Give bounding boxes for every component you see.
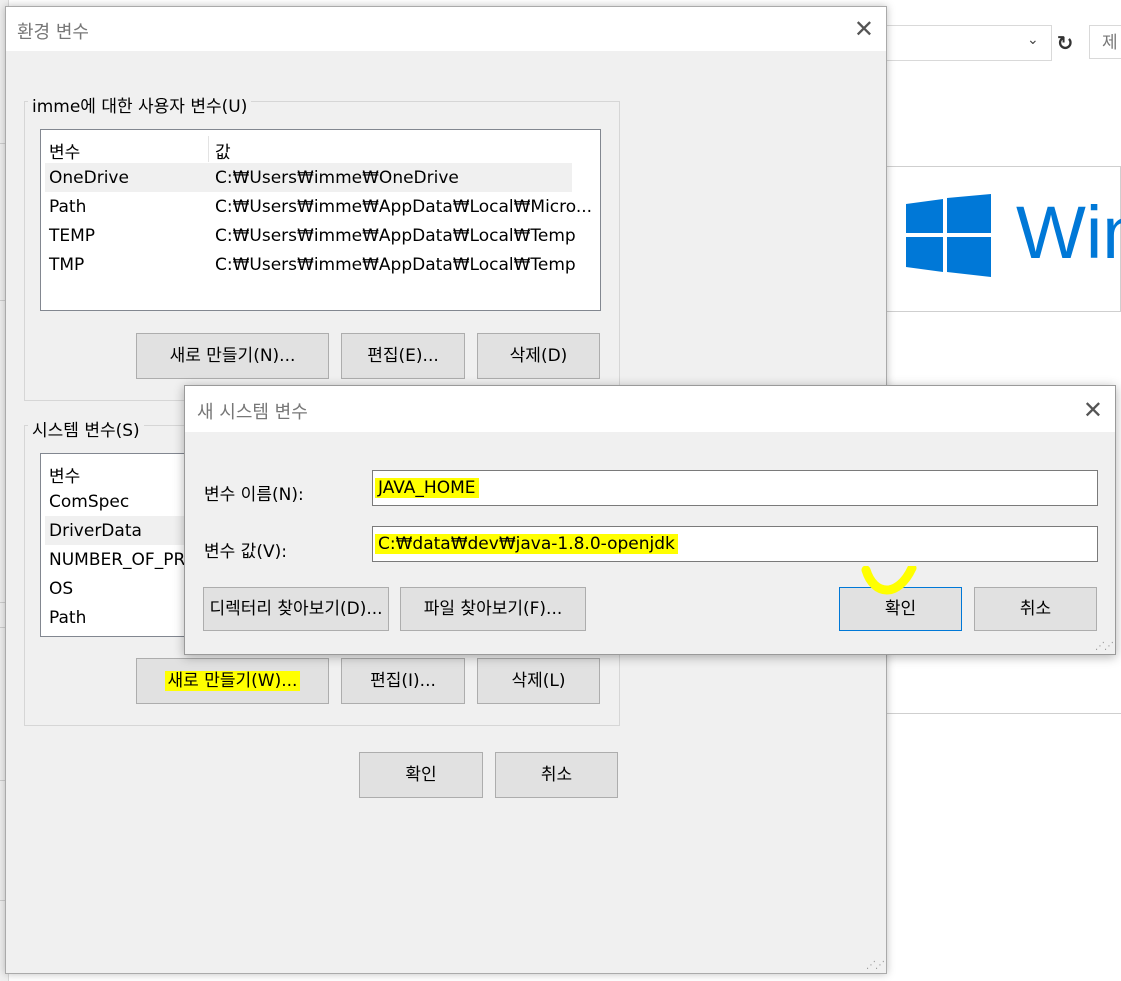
- variable-name: DriverData: [49, 521, 142, 541]
- variable-value: C:₩Users₩imme₩AppData₩Local₩Temp: [215, 226, 576, 246]
- variable-value-value: C:₩data₩dev₩java-1.8.0-openjdk: [375, 534, 678, 554]
- system-new-button[interactable]: 새로 만들기(W)...: [136, 658, 329, 704]
- dialog-title: 환경 변수: [17, 22, 89, 43]
- browse-file-button[interactable]: 파일 찾아보기(F)...: [400, 587, 586, 631]
- divider: [884, 311, 1121, 312]
- new-system-variable-dialog: 새 시스템 변수 ✕ 변수 이름(N): JAVA_HOME 변수 값(V): …: [184, 385, 1116, 655]
- user-edit-button[interactable]: 편집(E)...: [341, 333, 465, 379]
- system-edit-button[interactable]: 편집(I)...: [341, 658, 465, 704]
- variable-name-label: 변수 이름(N):: [204, 485, 304, 505]
- title-bar[interactable]: 새 시스템 변수 ✕: [185, 386, 1115, 432]
- variable-name: ComSpec: [49, 492, 130, 512]
- variable-name: NUMBER_OF_PR: [49, 550, 186, 570]
- system-delete-button[interactable]: 삭제(L): [477, 658, 600, 704]
- browse-directory-button[interactable]: 디렉터리 찾아보기(D)...: [203, 587, 389, 631]
- ok-button[interactable]: 확인: [359, 752, 483, 798]
- cancel-button[interactable]: 취소: [495, 752, 618, 798]
- user-variables-list[interactable]: 변수 값 OneDrive C:₩Users₩imme₩OneDrive Pat…: [40, 129, 601, 311]
- table-row[interactable]: OneDrive C:₩Users₩imme₩OneDrive: [45, 163, 572, 192]
- variable-name-value: JAVA_HOME: [375, 478, 479, 498]
- variable-value-field[interactable]: C:₩data₩dev₩java-1.8.0-openjdk: [372, 526, 1098, 562]
- close-icon[interactable]: ✕: [854, 15, 874, 43]
- windows-brand-text: Win: [1016, 191, 1121, 274]
- table-row[interactable]: TEMP C:₩Users₩imme₩AppData₩Local₩Temp: [45, 221, 576, 250]
- user-delete-button[interactable]: 삭제(D): [477, 333, 600, 379]
- dialog-title: 새 시스템 변수: [197, 402, 308, 423]
- variable-value: C:₩Users₩imme₩AppData₩Local₩Temp: [215, 255, 576, 275]
- variable-name: Path: [49, 197, 87, 217]
- annotation-mark-icon: [861, 566, 917, 595]
- table-row[interactable]: Path C:₩Users₩imme₩AppData₩Local₩Micro..…: [45, 192, 592, 221]
- column-header-name[interactable]: 변수: [49, 462, 80, 487]
- user-new-button[interactable]: 새로 만들기(N)...: [136, 333, 329, 379]
- system-variables-label: 시스템 변수(S): [28, 416, 144, 441]
- user-variables-label: imme에 대한 사용자 변수(U): [28, 92, 252, 117]
- resize-grip-icon[interactable]: ⋰⋰: [866, 960, 885, 971]
- table-row[interactable]: TMP C:₩Users₩imme₩AppData₩Local₩Temp: [45, 250, 576, 279]
- column-header-value[interactable]: 값: [215, 138, 231, 163]
- cancel-button[interactable]: 취소: [974, 587, 1097, 631]
- resize-grip-icon[interactable]: ⋰⋰: [1095, 641, 1114, 652]
- variable-value: C:₩Users₩imme₩AppData₩Local₩Micro...: [215, 197, 593, 217]
- chevron-down-icon[interactable]: ⌄: [1027, 32, 1039, 48]
- variable-name-field[interactable]: JAVA_HOME: [372, 470, 1098, 506]
- variable-name: Path: [49, 608, 87, 628]
- variable-name: TEMP: [49, 226, 96, 246]
- title-bar[interactable]: 환경 변수 ✕: [6, 7, 886, 51]
- list-header: 변수 값: [45, 134, 572, 163]
- variable-value-label: 변수 값(V):: [204, 542, 287, 562]
- refresh-icon[interactable]: ↻: [1053, 26, 1077, 60]
- variable-name: OS: [49, 579, 74, 599]
- variable-name: OneDrive: [49, 168, 129, 188]
- close-icon[interactable]: ✕: [1083, 396, 1103, 424]
- variable-name: TMP: [49, 255, 85, 275]
- divider: [884, 166, 1121, 167]
- system-new-label: 새로 만들기(W)...: [164, 671, 301, 691]
- windows-logo-icon: [906, 194, 991, 277]
- background-search-box[interactable]: 제: [1089, 25, 1121, 59]
- column-header-name[interactable]: 변수: [49, 138, 80, 163]
- variable-value: C:₩Users₩imme₩OneDrive: [215, 168, 459, 188]
- divider: [884, 713, 1121, 714]
